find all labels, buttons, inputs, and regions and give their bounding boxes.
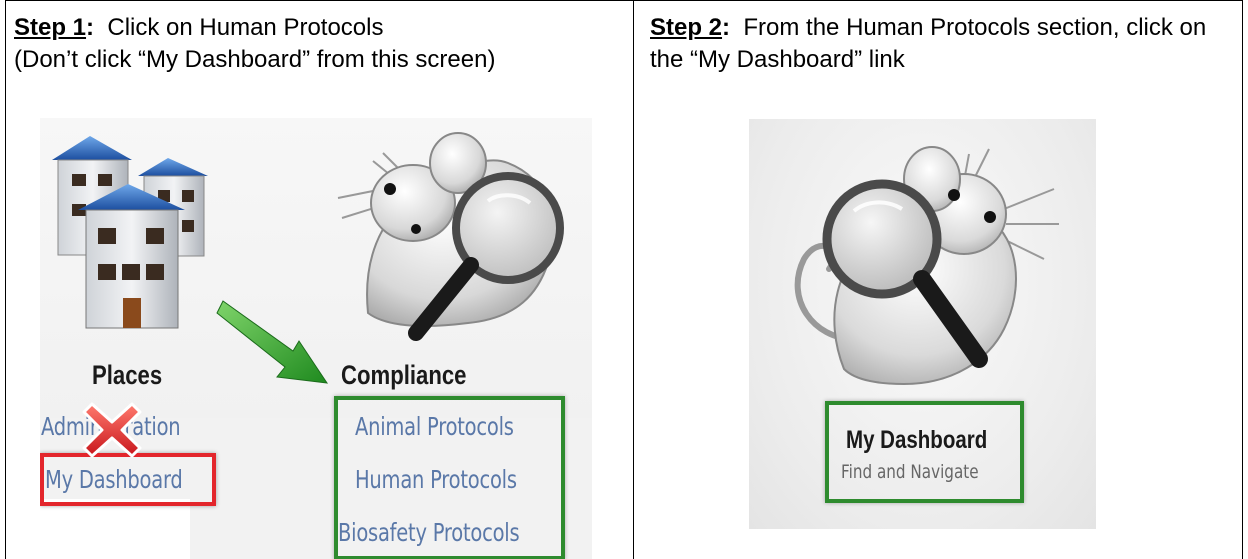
- mouse-magnifier-icon[interactable]: [774, 139, 1074, 399]
- step1-label: Step 1: [14, 14, 87, 41]
- step2-text: From the Human Protocols section, click …: [650, 14, 1207, 73]
- step2-caption: Step 2: From the Human Protocols section…: [650, 12, 1240, 76]
- step1-line2: (Don’t click “My Dashboard” from this sc…: [14, 46, 496, 73]
- places-heading: Places: [92, 360, 163, 390]
- buildings-icon[interactable]: [50, 128, 220, 333]
- compliance-heading: Compliance: [341, 360, 467, 390]
- x-mark-icon: [82, 402, 142, 458]
- step1-line1: Click on Human Protocols: [107, 14, 384, 41]
- my-dashboard-title[interactable]: My Dashboard: [846, 426, 987, 455]
- step1-caption: Step 1: Click on Human Protocols (Don’t …: [14, 12, 624, 76]
- step1-colon: :: [86, 14, 95, 41]
- green-highlight-box: [334, 396, 565, 559]
- step2-colon: :: [722, 14, 731, 41]
- red-highlight-box: [40, 453, 216, 506]
- right-screenshot: My Dashboard Find and Navigate: [749, 119, 1096, 529]
- column-divider: [633, 0, 634, 559]
- step2-label: Step 2: [650, 14, 723, 41]
- my-dashboard-subtitle: Find and Navigate: [841, 461, 979, 483]
- left-screenshot: Places Compliance Administration My Dash…: [40, 118, 592, 559]
- mouse-magnifier-icon[interactable]: [308, 123, 578, 348]
- arrow-icon: [216, 300, 329, 384]
